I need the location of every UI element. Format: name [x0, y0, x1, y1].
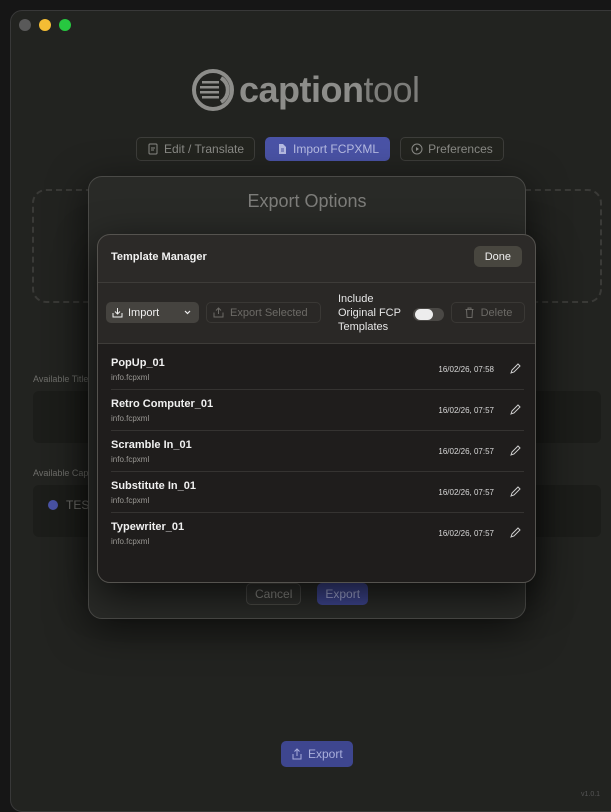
document-edit-icon [148, 143, 158, 155]
tab-preferences-label: Preferences [428, 142, 493, 156]
tab-edit-translate[interactable]: Edit / Translate [136, 137, 256, 161]
template-name: PopUp_01 [111, 357, 165, 369]
template-file: info.fcpxml [111, 537, 150, 546]
template-row[interactable]: Substitute In_01 info.fcpxml 16/02/26, 0… [111, 472, 524, 513]
template-file: info.fcpxml [111, 414, 150, 423]
export-options-title: Export Options [247, 191, 367, 211]
main-nav: Edit / Translate Import FCPXML Preferenc… [136, 137, 504, 161]
pencil-icon[interactable] [509, 526, 522, 539]
share-icon [213, 307, 224, 318]
template-file: info.fcpxml [111, 373, 150, 382]
file-import-icon [279, 144, 287, 154]
template-manager-sheet: Template Manager Done Import Export Sele… [97, 234, 536, 583]
logo-wordmark-bold: caption [239, 69, 364, 110]
chevron-down-icon [184, 310, 191, 315]
template-name: Retro Computer_01 [111, 398, 214, 410]
close-window-button[interactable] [19, 19, 31, 31]
template-name: Substitute In_01 [111, 480, 196, 492]
tab-edit-translate-label: Edit / Translate [164, 142, 245, 156]
template-date: 16/02/26, 07:57 [438, 488, 494, 497]
export-button[interactable]: Export [317, 583, 369, 605]
template-file: info.fcpxml [111, 496, 150, 505]
available-titles-label: Available Titles [33, 374, 93, 384]
main-export-label: Export [308, 747, 343, 761]
template-row[interactable]: PopUp_01 info.fcpxml 16/02/26, 07:58 [111, 349, 524, 390]
template-manager-header: Template Manager Done [98, 235, 535, 283]
radio-dot-icon [48, 500, 58, 510]
available-captions-panel-right [531, 485, 601, 537]
delete-button[interactable]: Delete [451, 302, 525, 323]
version-label: v1.0.1 [581, 791, 601, 798]
template-list: PopUp_01 info.fcpxml 16/02/26, 07:58 Ret… [98, 344, 535, 582]
cancel-button[interactable]: Cancel [246, 583, 302, 605]
window-controls [19, 19, 71, 31]
template-row[interactable]: Scramble In_01 info.fcpxml 16/02/26, 07:… [111, 431, 524, 472]
import-menu-button[interactable]: Import [106, 302, 199, 323]
app-logo: captiontool [191, 66, 420, 114]
delete-label: Delete [480, 306, 513, 319]
import-tray-icon [112, 308, 123, 318]
available-titles-panel-right [531, 391, 601, 443]
template-date: 16/02/26, 07:57 [438, 529, 494, 538]
caption-logo-icon [192, 69, 234, 111]
template-manager-title: Template Manager [111, 251, 207, 263]
template-name: Typewriter_01 [111, 521, 185, 533]
minimize-window-button[interactable] [39, 19, 51, 31]
tab-preferences[interactable]: Preferences [400, 137, 504, 161]
logo-wordmark-light: tool [363, 69, 421, 110]
pencil-icon[interactable] [509, 362, 522, 375]
tab-import-fcpxml-label: Import FCPXML [293, 142, 380, 156]
template-file: info.fcpxml [111, 455, 150, 464]
done-button[interactable]: Done [473, 246, 522, 267]
template-date: 16/02/26, 07:57 [438, 406, 494, 415]
share-icon [292, 748, 302, 760]
template-date: 16/02/26, 07:57 [438, 447, 494, 456]
export-selected-button[interactable]: Export Selected [206, 302, 321, 323]
template-manager-toolbar: Import Export Selected Include Original … [98, 283, 535, 344]
template-row[interactable]: Retro Computer_01 info.fcpxml 16/02/26, … [111, 390, 524, 431]
template-date: 16/02/26, 07:58 [438, 365, 494, 374]
toggle-knob [415, 309, 433, 320]
pencil-icon[interactable] [509, 403, 522, 416]
include-original-label: Include Original FCP Templates [338, 293, 401, 333]
main-export-button[interactable]: Export [281, 741, 353, 767]
pencil-icon[interactable] [509, 444, 522, 457]
maximize-window-button[interactable] [59, 19, 71, 31]
play-circle-icon [411, 143, 423, 155]
available-captions-label: Available Capt [33, 468, 91, 478]
include-original-toggle[interactable] [413, 308, 444, 321]
template-row[interactable]: Typewriter_01 info.fcpxml 16/02/26, 07:5… [111, 513, 524, 554]
template-name: Scramble In_01 [111, 439, 192, 451]
import-label: Import [128, 306, 160, 319]
pencil-icon[interactable] [509, 485, 522, 498]
export-options-actions: Cancel Export [246, 583, 369, 605]
tab-import-fcpxml[interactable]: Import FCPXML [265, 137, 391, 161]
export-selected-label: Export Selected [230, 306, 308, 319]
trash-icon [465, 307, 474, 318]
logo-wordmark: captiontool [239, 69, 420, 111]
